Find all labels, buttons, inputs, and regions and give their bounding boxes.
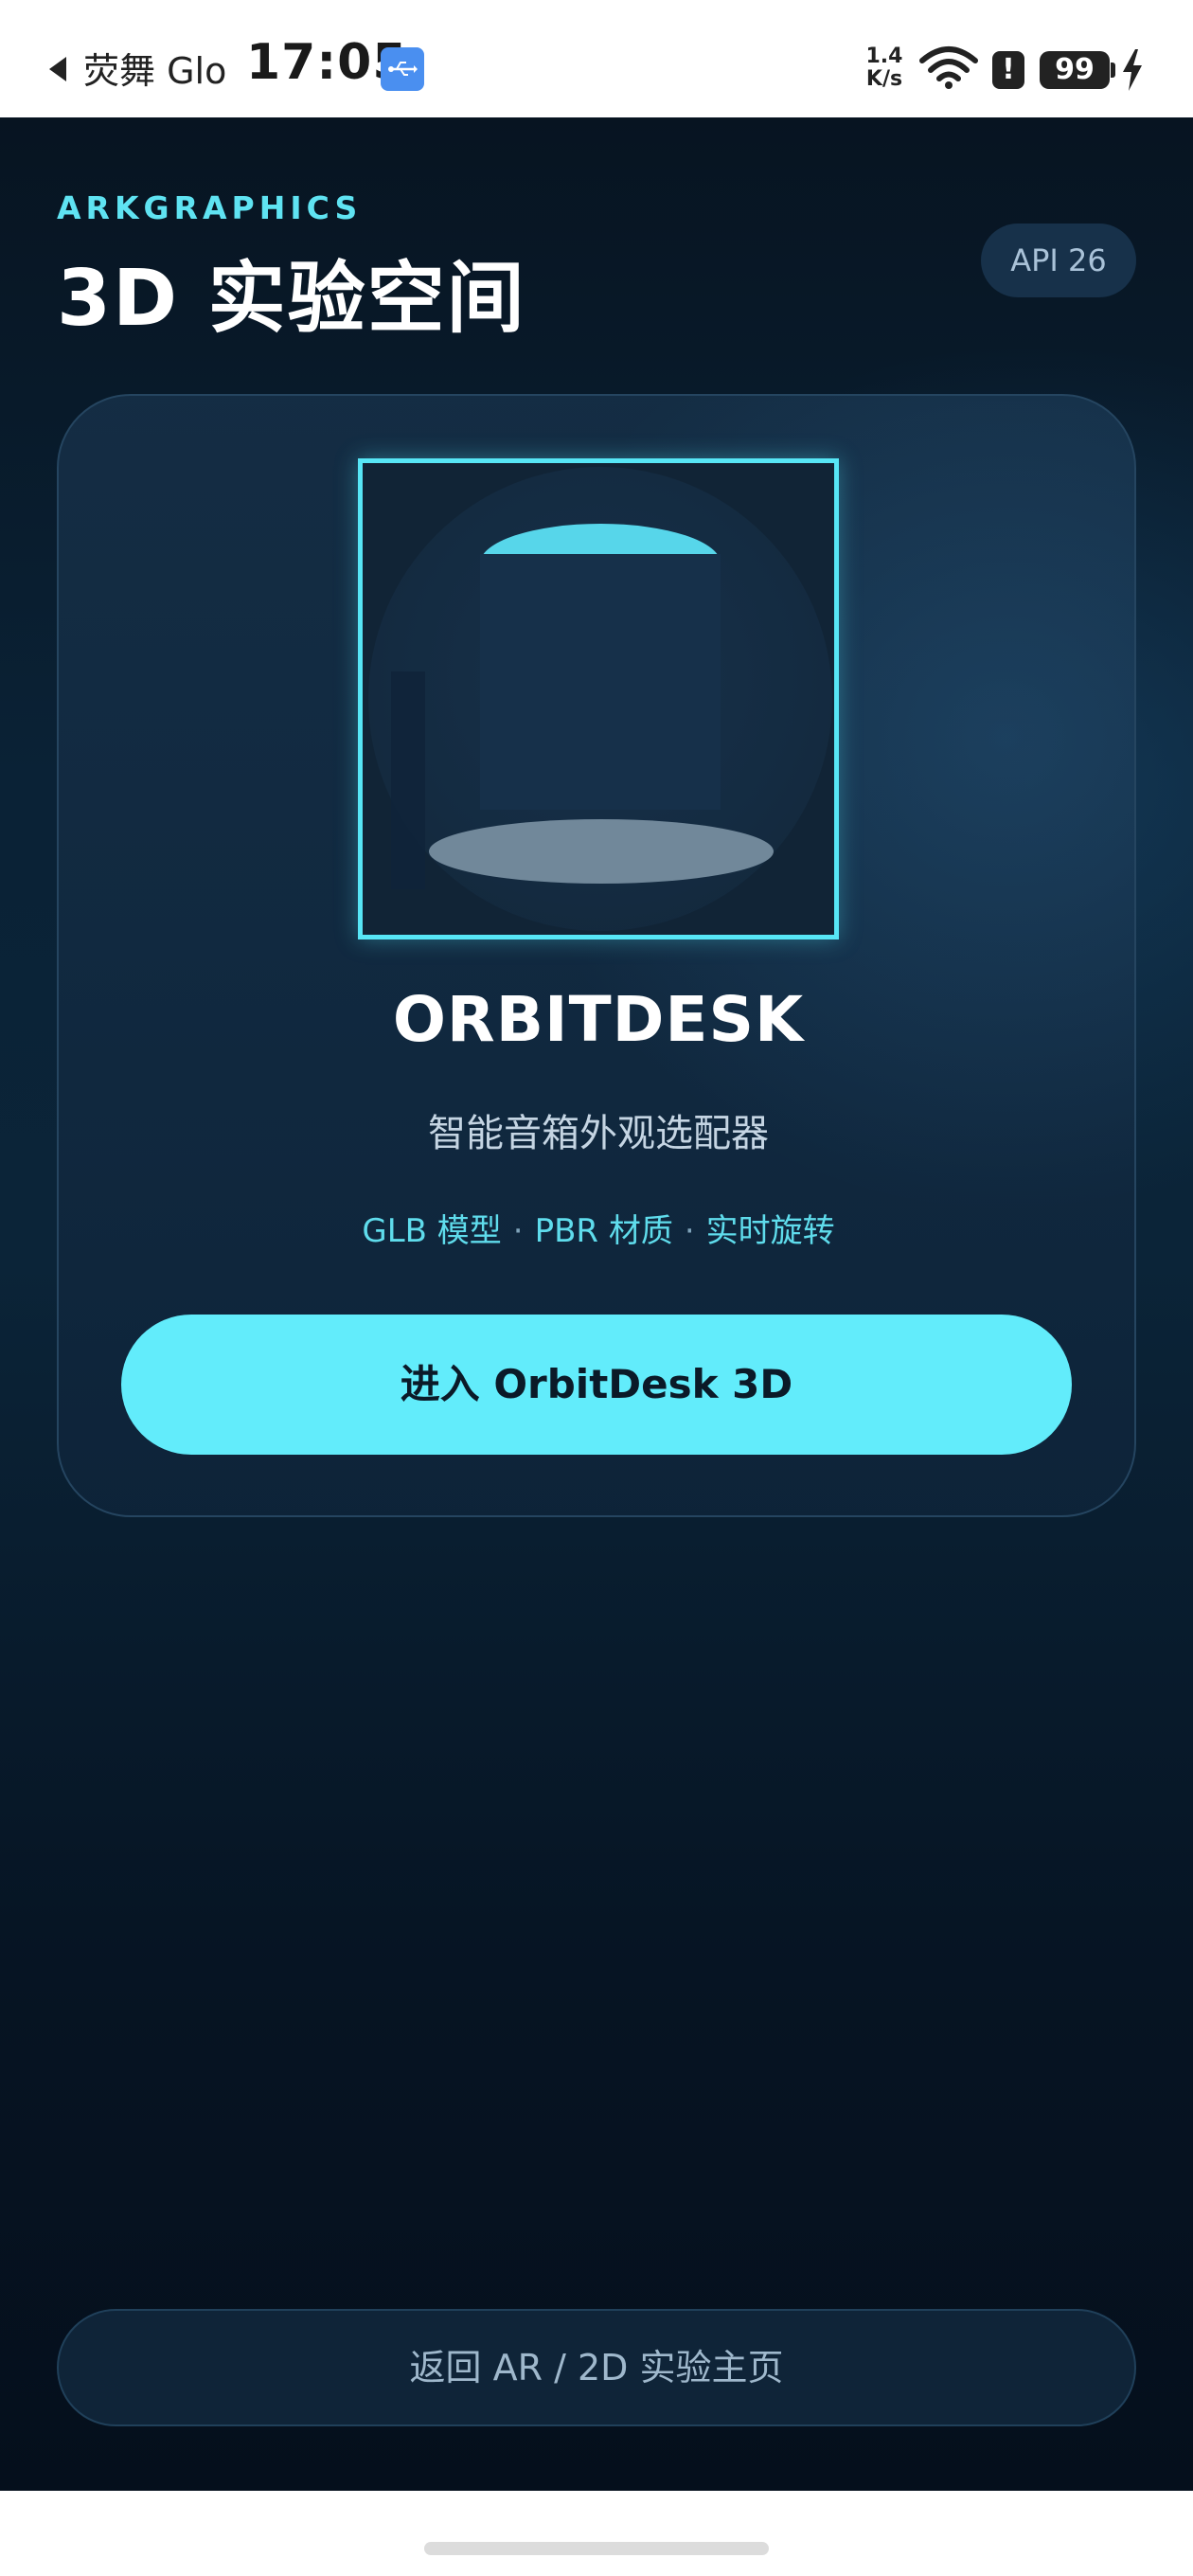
brand-label: ARKGRAPHICS <box>57 189 363 226</box>
battery-icon: 99 <box>1040 51 1110 89</box>
enter-3d-button[interactable]: 进入 OrbitDesk 3D <box>121 1315 1072 1455</box>
model-base <box>429 819 774 884</box>
charging-icon <box>1121 49 1144 95</box>
back-arrow-icon[interactable] <box>49 57 66 81</box>
feature-tag-pbr: PBR 材质 <box>534 1212 673 1250</box>
model-preview[interactable] <box>358 458 839 939</box>
alert-icon: ! <box>992 51 1024 89</box>
back-home-button[interactable]: 返回 AR / 2D 实验主页 <box>57 2309 1136 2426</box>
model-shadow <box>391 671 425 889</box>
gesture-bar[interactable] <box>424 2542 769 2555</box>
feature-tag-glb: GLB 模型 <box>362 1212 502 1250</box>
feature-tag-rotation: 实时旋转 <box>705 1212 835 1250</box>
status-bar: 荧舞 Glo 17:05 1.4 K/s ! 99 <box>0 0 1193 117</box>
tag-separator: · <box>684 1212 695 1250</box>
api-level-badge: API 26 <box>981 224 1136 297</box>
model-name: ORBITDESK <box>392 983 805 1056</box>
model-subtitle: 智能音箱外观选配器 <box>428 1112 769 1155</box>
model-card: ORBITDESK 智能音箱外观选配器 GLB 模型 · PBR 材质 · 实时旋转 进… <box>57 394 1136 1517</box>
page-title: 3D 实验空间 <box>57 254 526 344</box>
wifi-icon <box>918 44 979 95</box>
status-app-name: 荧舞 Glo <box>83 50 227 92</box>
tag-separator: · <box>512 1212 524 1250</box>
app-screen: ARKGRAPHICS 3D 实验空间 API 26 ORBITDESK 智能音… <box>0 117 1193 2491</box>
network-speed: 1.4 K/s <box>865 45 903 91</box>
feature-tags: GLB 模型 · PBR 材质 · 实时旋转 <box>59 1205 1138 1251</box>
usb-icon <box>381 47 424 91</box>
model-body <box>480 554 721 810</box>
navigation-area <box>0 2491 1193 2576</box>
battery-cap <box>1111 63 1115 78</box>
